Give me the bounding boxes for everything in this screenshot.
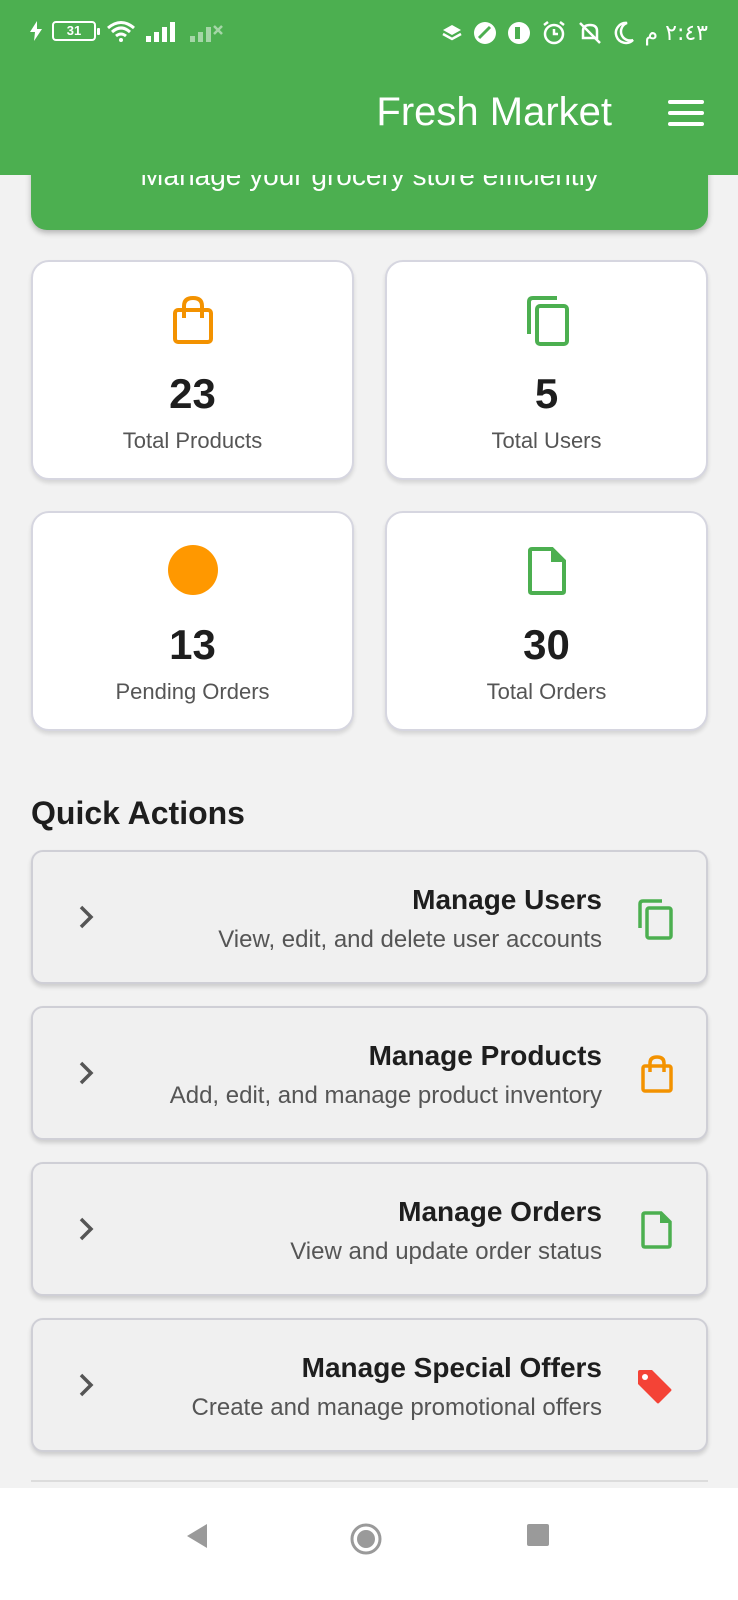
- stat-label: Pending Orders: [115, 679, 270, 704]
- shopping-bag-icon: [641, 1055, 673, 1093]
- chevron-right-icon: [79, 1217, 94, 1241]
- signal-icon: [146, 22, 175, 42]
- stat-card-total-users: 5 Total Users: [385, 260, 708, 480]
- action-manage-users[interactable]: Manage Users View, edit, and delete user…: [31, 850, 708, 984]
- layers-icon: [441, 25, 462, 41]
- copy-icon: [638, 899, 673, 940]
- action-title: Manage Users: [412, 884, 602, 915]
- file-icon: [641, 1211, 672, 1249]
- action-title: Manage Orders: [398, 1196, 602, 1227]
- do-not-disturb-moon-icon: [614, 21, 634, 45]
- shopping-bag-icon: [172, 295, 213, 344]
- app-bar: 31 ٢:٤٣ م Fresh Market: [0, 0, 738, 175]
- action-manage-products[interactable]: Manage Products Add, edit, and manage pr…: [31, 1006, 708, 1140]
- hamburger-menu-icon[interactable]: [668, 98, 706, 128]
- mute-icon: [578, 22, 601, 44]
- stat-value: 30: [523, 621, 570, 668]
- action-subtitle: View, edit, and delete user accounts: [218, 926, 602, 953]
- app-notification-icon: [473, 22, 496, 44]
- recent-apps-icon[interactable]: [527, 1524, 549, 1546]
- stat-value: 23: [169, 370, 216, 417]
- battery-indicator: 31: [52, 21, 100, 41]
- stat-card-total-orders: 30 Total Orders: [385, 511, 708, 731]
- chevron-right-icon: [79, 905, 94, 929]
- action-manage-orders[interactable]: Manage Orders View and update order stat…: [31, 1162, 708, 1296]
- circle-icon: [167, 545, 218, 595]
- signal-no-service-icon: [190, 25, 223, 42]
- wifi-icon: [107, 21, 135, 42]
- tag-icon: [638, 1370, 672, 1404]
- system-nav-bar: [0, 1488, 738, 1600]
- stat-value: 5: [534, 370, 559, 417]
- stat-card-pending-orders: 13 Pending Orders: [31, 511, 354, 731]
- home-icon[interactable]: [349, 1522, 383, 1556]
- app-title: Fresh Market: [376, 90, 612, 134]
- charging-icon: [30, 21, 42, 41]
- action-subtitle: Add, edit, and manage product inventory: [169, 1082, 602, 1109]
- app-notification-icon-2: [507, 22, 530, 44]
- action-title: Manage Special Offers: [301, 1352, 602, 1383]
- chevron-right-icon: [79, 1061, 94, 1085]
- chevron-right-icon: [79, 1373, 94, 1397]
- stat-card-total-products: 23 Total Products: [31, 260, 354, 480]
- stat-label: Total Users: [491, 428, 602, 453]
- status-time: ٢:٤٣ م: [644, 20, 709, 46]
- stat-label: Total Products: [122, 428, 263, 453]
- stat-label: Total Orders: [486, 679, 607, 704]
- back-icon[interactable]: [185, 1522, 209, 1550]
- action-manage-special-offers[interactable]: Manage Special Offers Create and manage …: [31, 1318, 708, 1452]
- divider: [31, 1480, 708, 1482]
- status-bar: 31 ٢:٤٣ م: [0, 12, 738, 58]
- stat-value: 13: [169, 621, 216, 668]
- alarm-icon: [542, 21, 565, 45]
- action-subtitle: View and update order status: [290, 1238, 602, 1265]
- action-title: Manage Products: [368, 1040, 602, 1071]
- file-icon: [527, 547, 566, 595]
- action-subtitle: Create and manage promotional offers: [191, 1394, 602, 1421]
- quick-actions-title: Quick Actions: [31, 795, 245, 831]
- copy-icon: [526, 296, 569, 346]
